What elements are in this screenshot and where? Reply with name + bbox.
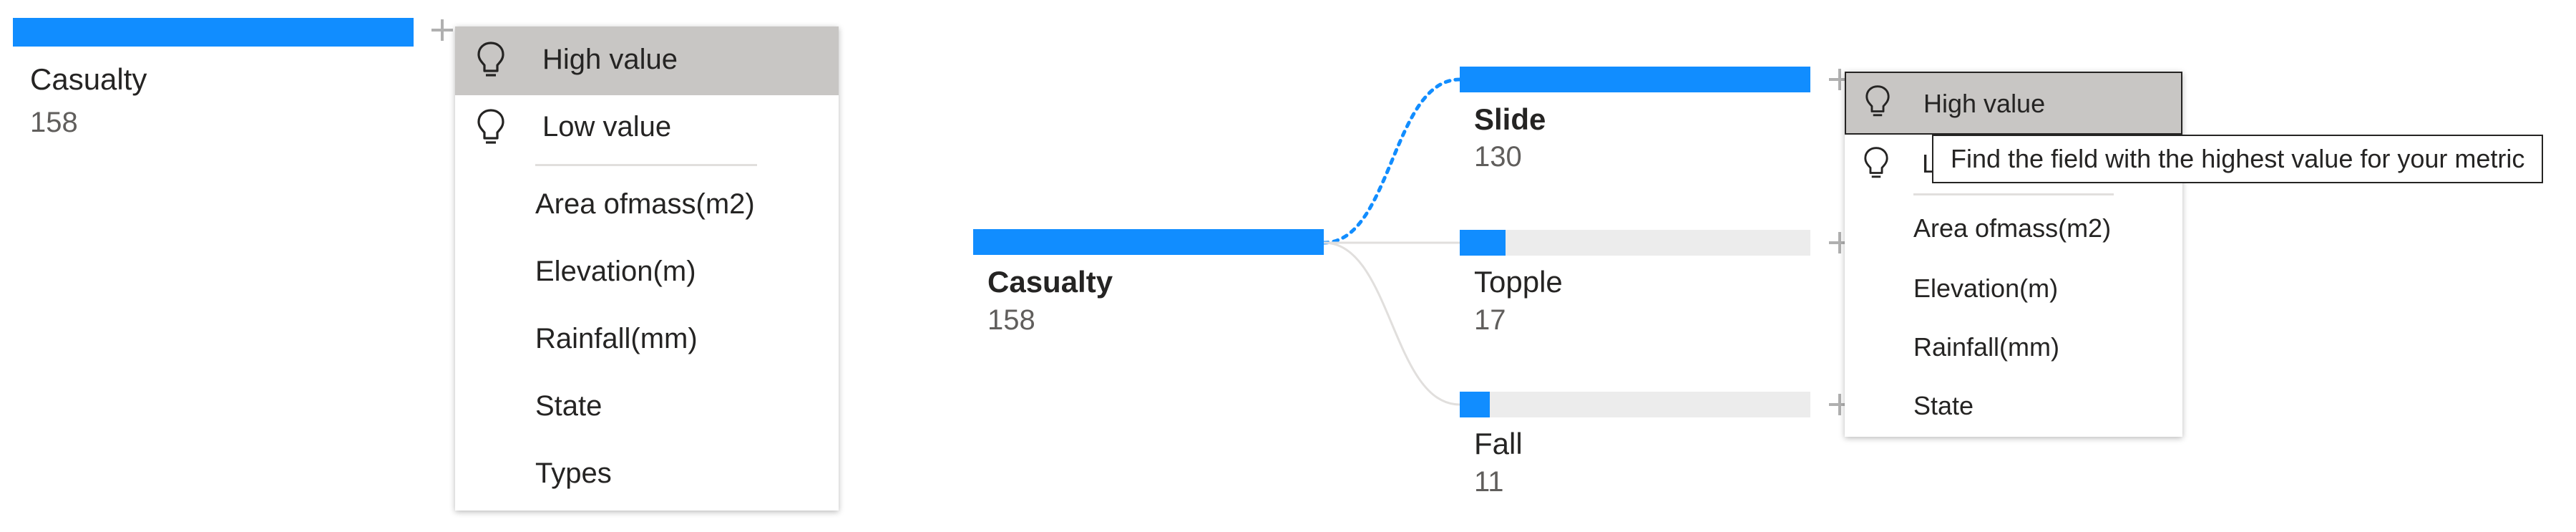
right-root-bar-fill bbox=[973, 229, 1324, 255]
child-bar-fill bbox=[1460, 392, 1490, 417]
menu-item-low-value[interactable]: Low value bbox=[455, 95, 839, 160]
lightbulb-icon bbox=[477, 109, 504, 144]
child-value-topple: 17 bbox=[1474, 304, 1506, 336]
left-root-label: Casualty bbox=[30, 62, 147, 96]
child-bar-fill bbox=[1460, 67, 1810, 92]
menu-item-label: State bbox=[1913, 391, 1974, 420]
right-root-value: 158 bbox=[987, 304, 1035, 336]
menu-divider bbox=[1913, 193, 2114, 195]
menu-item-label: Types bbox=[535, 458, 612, 489]
child-value-slide: 130 bbox=[1474, 141, 1522, 173]
menu-item-label: High value bbox=[542, 44, 678, 75]
menu-item-label: High value bbox=[1923, 89, 2046, 118]
lightbulb-icon bbox=[1864, 147, 1888, 178]
menu-item-high-value[interactable]: High value bbox=[1845, 72, 2182, 135]
menu-item-label: Area ofmass(m2) bbox=[535, 188, 755, 220]
menu-item-label: Low value bbox=[542, 111, 672, 142]
right-root-bar[interactable] bbox=[973, 229, 1324, 255]
menu-item-label: Elevation(m) bbox=[1913, 274, 2059, 303]
menu-item-state[interactable]: State bbox=[1845, 377, 2182, 435]
lightbulb-icon bbox=[1865, 85, 1890, 117]
left-root-bar[interactable] bbox=[13, 18, 414, 47]
menu-item-label: State bbox=[535, 390, 602, 422]
menu-item-area-of-mass[interactable]: Area ofmass(m2) bbox=[455, 173, 839, 237]
child-value-fall: 11 bbox=[1474, 466, 1504, 498]
child-bar-fall[interactable] bbox=[1460, 392, 1810, 417]
menu-item-elevation[interactable]: Elevation(m) bbox=[1845, 259, 2182, 318]
menu-item-area-of-mass[interactable]: Area ofmass(m2) bbox=[1845, 199, 2182, 258]
child-label-topple: Topple bbox=[1474, 265, 1563, 299]
menu-divider bbox=[535, 164, 757, 166]
connector-to-slide bbox=[1322, 77, 1462, 245]
menu-item-label: Area ofmass(m2) bbox=[1913, 213, 2112, 243]
menu-item-rainfall[interactable]: Rainfall(mm) bbox=[1845, 318, 2182, 377]
child-bar-slide[interactable] bbox=[1460, 67, 1810, 92]
left-root-value: 158 bbox=[30, 107, 78, 138]
lightbulb-icon bbox=[477, 42, 504, 77]
menu-item-state[interactable]: State bbox=[455, 374, 839, 439]
child-bar-fill bbox=[1460, 230, 1506, 256]
menu-item-label: Rainfall(mm) bbox=[535, 323, 698, 354]
menu-item-rainfall[interactable]: Rainfall(mm) bbox=[455, 307, 839, 372]
menu-item-high-value[interactable]: High value bbox=[455, 26, 839, 95]
menu-item-types[interactable]: Types bbox=[455, 442, 839, 506]
menu-item-elevation[interactable]: Elevation(m) bbox=[455, 240, 839, 304]
menu-item-label: Elevation(m) bbox=[535, 256, 696, 287]
connector-to-fall bbox=[1323, 241, 1460, 406]
connector-lines bbox=[1322, 77, 1462, 406]
high-value-tooltip: Find the field with the highest value fo… bbox=[1932, 135, 2544, 183]
left-expand-plus-icon[interactable] bbox=[431, 19, 453, 41]
menu-item-label: Rainfall(mm) bbox=[1913, 332, 2060, 362]
right-root-label: Casualty bbox=[987, 265, 1113, 299]
right-analysis-menu: High value L Area ofmass(m2) Elevation(m… bbox=[1845, 72, 2182, 437]
child-label-fall: Fall bbox=[1474, 427, 1523, 460]
child-label-slide: Slide bbox=[1474, 102, 1546, 136]
left-root-bar-fill bbox=[13, 18, 414, 47]
left-analysis-menu: High value Low value Area ofmass(m2) Ele… bbox=[455, 26, 839, 511]
child-bar-topple[interactable] bbox=[1460, 230, 1810, 256]
